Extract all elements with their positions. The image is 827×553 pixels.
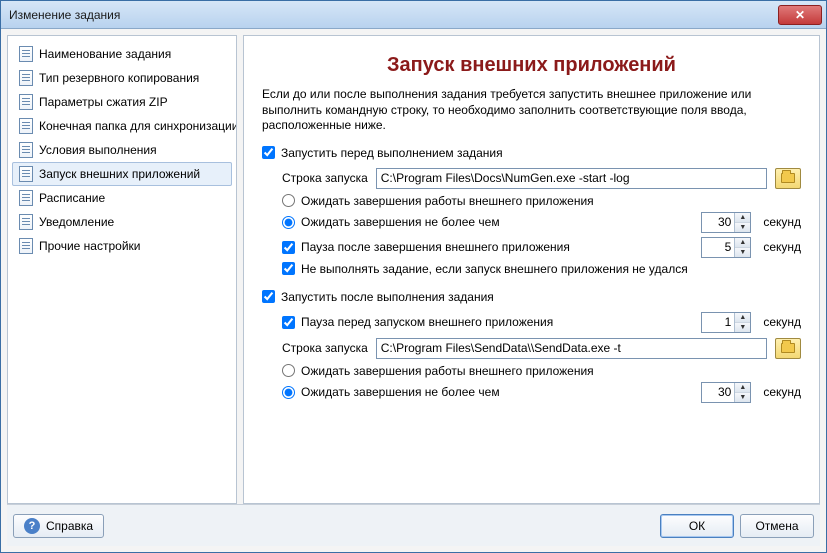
after-enable-checkbox[interactable] — [262, 290, 275, 303]
before-enable-label: Запустить перед выполнением задания — [281, 146, 503, 160]
after-wait-timeout-label: Ожидать завершения не более чем — [301, 385, 500, 399]
ok-button[interactable]: ОК — [660, 514, 734, 538]
after-cmd-label: Строка запуска — [282, 341, 368, 355]
after-wait-timeout-spinbox[interactable]: ▲▼ — [701, 382, 751, 403]
before-wait-radio-timeout[interactable] — [282, 216, 295, 229]
spin-down-icon[interactable]: ▼ — [735, 223, 750, 232]
sidebar-item[interactable]: Расписание — [12, 186, 232, 210]
after-pause-before-label: Пауза перед запуском внешнего приложения — [301, 315, 553, 329]
sidebar-item-label: Тип резервного копирования — [39, 71, 199, 85]
after-cmd-input[interactable] — [376, 338, 767, 359]
sidebar-item-label: Расписание — [39, 191, 105, 205]
sidebar-item[interactable]: Тип резервного копирования — [12, 66, 232, 90]
sidebar-item-label: Параметры сжатия ZIP — [39, 95, 168, 109]
document-icon — [19, 166, 33, 182]
after-wait-radio-full[interactable] — [282, 364, 295, 377]
title-bar: Изменение задания ✕ — [1, 1, 826, 29]
document-icon — [19, 238, 33, 254]
before-wait-full-label: Ожидать завершения работы внешнего прило… — [301, 194, 594, 208]
bottom-bar: ? Справка ОК Отмена — [7, 504, 820, 546]
after-pause-before-checkbox[interactable] — [282, 316, 295, 329]
sidebar-item[interactable]: Конечная папка для синхронизации — [12, 114, 232, 138]
before-browse-button[interactable] — [775, 168, 801, 189]
before-wait-timeout-value[interactable] — [702, 213, 734, 232]
spin-down-icon[interactable]: ▼ — [735, 393, 750, 402]
before-wait-timeout-label: Ожидать завершения не более чем — [301, 215, 500, 229]
cancel-button[interactable]: Отмена — [740, 514, 814, 538]
document-icon — [19, 118, 33, 134]
before-pause-after-checkbox[interactable] — [282, 241, 295, 254]
page-description: Если до или после выполнения задания тре… — [262, 87, 801, 134]
content-panel: Запуск внешних приложений Если до или по… — [243, 35, 820, 504]
folder-icon — [781, 173, 795, 183]
before-fail-if-checkbox[interactable] — [282, 262, 295, 275]
after-pause-before-spinbox[interactable]: ▲▼ — [701, 312, 751, 333]
before-wait-timeout-spinbox[interactable]: ▲▼ — [701, 212, 751, 233]
sidebar-item[interactable]: Запуск внешних приложений — [12, 162, 232, 186]
seconds-label: секунд — [763, 215, 801, 229]
before-cmd-input[interactable] — [376, 168, 767, 189]
after-wait-timeout-value[interactable] — [702, 383, 734, 402]
sidebar-item-label: Наименование задания — [39, 47, 171, 61]
after-pause-before-value[interactable] — [702, 313, 734, 332]
after-wait-full-label: Ожидать завершения работы внешнего прило… — [301, 364, 594, 378]
help-label: Справка — [46, 519, 93, 533]
sidebar-item-label: Уведомление — [39, 215, 114, 229]
document-icon — [19, 214, 33, 230]
before-enable-checkbox[interactable] — [262, 146, 275, 159]
sidebar-item[interactable]: Уведомление — [12, 210, 232, 234]
close-button[interactable]: ✕ — [778, 5, 822, 25]
before-pause-after-spinbox[interactable]: ▲▼ — [701, 237, 751, 258]
sidebar-item-label: Условия выполнения — [39, 143, 157, 157]
sidebar-item[interactable]: Параметры сжатия ZIP — [12, 90, 232, 114]
after-section: Пауза перед запуском внешнего приложения… — [262, 312, 801, 403]
seconds-label: секунд — [763, 385, 801, 399]
document-icon — [19, 70, 33, 86]
before-fail-if-label: Не выполнять задание, если запуск внешне… — [301, 262, 688, 276]
document-icon — [19, 142, 33, 158]
before-section: Строка запуска Ожидать завершения работы… — [262, 168, 801, 276]
page-title: Запуск внешних приложений — [262, 54, 801, 77]
sidebar: Наименование задания Тип резервного копир… — [7, 35, 237, 504]
after-enable-label: Запустить после выполнения задания — [281, 290, 494, 304]
sidebar-item-label: Запуск внешних приложений — [39, 167, 200, 181]
after-wait-radio-timeout[interactable] — [282, 386, 295, 399]
before-pause-after-label: Пауза после завершения внешнего приложен… — [301, 240, 570, 254]
spin-down-icon[interactable]: ▼ — [735, 323, 750, 332]
before-wait-radio-full[interactable] — [282, 194, 295, 207]
document-icon — [19, 94, 33, 110]
before-cmd-label: Строка запуска — [282, 171, 368, 185]
sidebar-item[interactable]: Прочие настройки — [12, 234, 232, 258]
before-pause-after-value[interactable] — [702, 238, 734, 257]
help-icon: ? — [24, 518, 40, 534]
sidebar-item-label: Конечная папка для синхронизации — [39, 119, 237, 133]
client-area: Наименование задания Тип резервного копир… — [1, 29, 826, 552]
spin-up-icon[interactable]: ▲ — [735, 238, 750, 248]
sidebar-item-label: Прочие настройки — [39, 239, 140, 253]
help-button[interactable]: ? Справка — [13, 514, 104, 538]
seconds-label: секунд — [763, 315, 801, 329]
folder-icon — [781, 343, 795, 353]
spin-up-icon[interactable]: ▲ — [735, 313, 750, 323]
after-browse-button[interactable] — [775, 338, 801, 359]
spin-down-icon[interactable]: ▼ — [735, 248, 750, 257]
window-title: Изменение задания — [9, 8, 778, 22]
document-icon — [19, 46, 33, 62]
seconds-label: секунд — [763, 240, 801, 254]
close-icon: ✕ — [795, 8, 805, 22]
spin-up-icon[interactable]: ▲ — [735, 383, 750, 393]
document-icon — [19, 190, 33, 206]
spin-up-icon[interactable]: ▲ — [735, 213, 750, 223]
sidebar-item[interactable]: Наименование задания — [12, 42, 232, 66]
sidebar-item[interactable]: Условия выполнения — [12, 138, 232, 162]
